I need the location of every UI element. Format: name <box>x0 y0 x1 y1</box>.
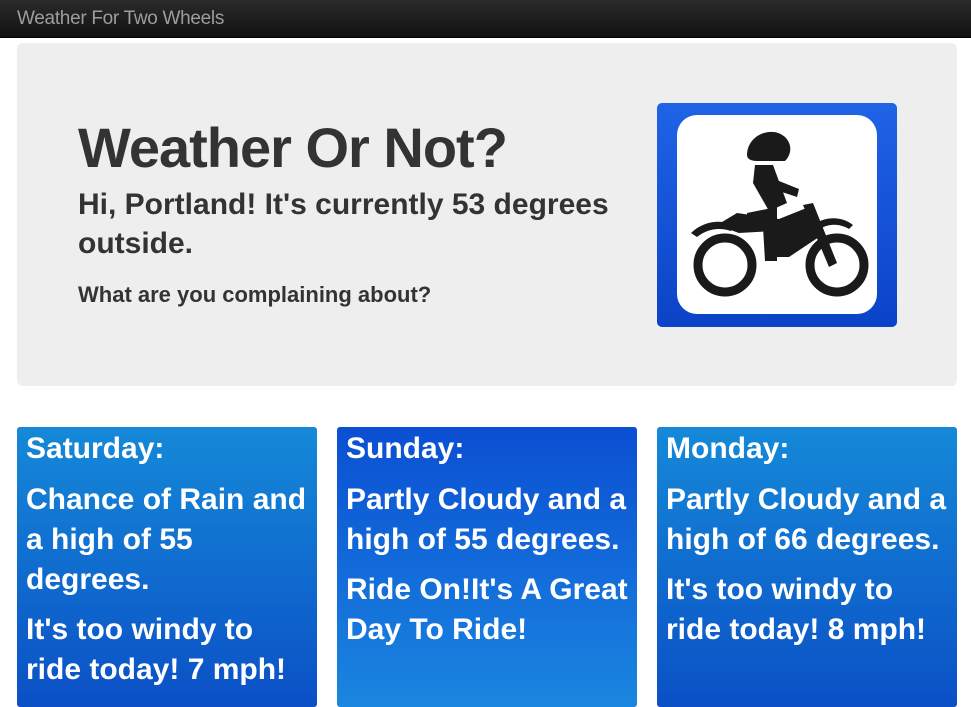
top-navbar: Weather For Two Wheels <box>0 0 971 38</box>
forecast-card-monday: Monday: Partly Cloudy and a high of 66 d… <box>657 427 957 707</box>
forecast-day: Sunday: <box>346 432 465 465</box>
motorcycle-sign <box>657 103 897 327</box>
motorcycle-rider-icon <box>691 131 869 297</box>
current-temperature-text: Hi, Portland! It's currently 53 degrees … <box>78 188 609 260</box>
ride-advice: It's too windy to ride today! 7 mph! <box>26 613 287 686</box>
hero-unit: Weather Or Not? Hi, Portland! It's curre… <box>17 43 957 386</box>
page-title: Weather Or Not? <box>78 116 508 179</box>
ride-advice: Ride On!It's A Great Day To Ride! <box>346 573 628 646</box>
forecast-summary: Partly Cloudy and a high of 66 degrees. <box>666 483 947 556</box>
forecast-summary: Chance of Rain and a high of 55 degrees. <box>26 483 307 596</box>
brand-link[interactable]: Weather For Two Wheels <box>17 8 224 30</box>
forecast-day: Monday: <box>666 432 790 465</box>
ride-advice: It's too windy to ride today! 8 mph! <box>666 573 927 646</box>
hero-question: What are you complaining about? <box>78 282 432 307</box>
forecast-card-sunday: Sunday: Partly Cloudy and a high of 55 d… <box>337 427 637 707</box>
forecast-card-saturday: Saturday: Chance of Rain and a high of 5… <box>17 427 317 707</box>
forecast-summary: Partly Cloudy and a high of 55 degrees. <box>346 483 627 556</box>
sign-face <box>677 115 877 314</box>
forecast-day: Saturday: <box>26 432 165 465</box>
